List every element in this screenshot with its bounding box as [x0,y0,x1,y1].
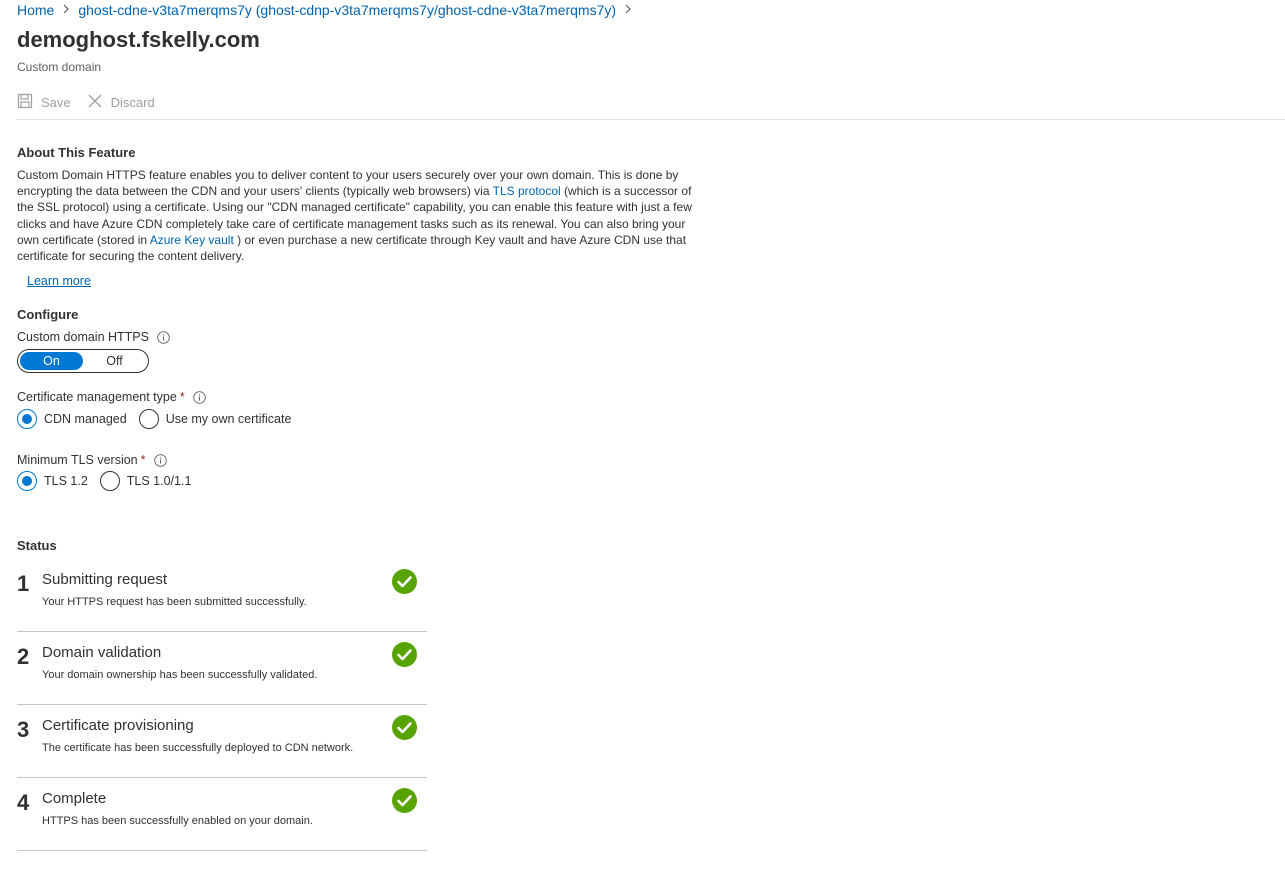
radio-button-selected[interactable] [17,409,37,429]
step-number: 3 [17,717,30,742]
cert-type-label: Certificate management type * [17,390,206,404]
status-step: 2 Domain validation Your domain ownershi… [17,632,427,705]
chevron-right-icon [62,3,70,17]
info-icon[interactable] [157,330,170,344]
radio-own-certificate[interactable]: Use my own certificate [138,409,291,429]
radio-tls-1-0-1-1[interactable]: TLS 1.0/1.1 [99,471,191,491]
page: Home ghost-cdne-v3ta7merqms7y (ghost-cdn… [0,0,1285,869]
radio-cdn-managed[interactable]: CDN managed [17,409,127,429]
tls-protocol-link[interactable]: TLS protocol [493,184,561,198]
step-title: Domain validation [42,644,162,661]
step-description: The certificate has been successfully de… [42,742,354,754]
step-description: HTTPS has been successfully enabled on y… [42,815,313,827]
breadcrumb: Home ghost-cdne-v3ta7merqms7y (ghost-cdn… [17,2,640,18]
checkmark-circle-icon [392,715,417,745]
azure-key-vault-link[interactable]: Azure Key vault [150,233,234,247]
save-button[interactable]: Save [17,93,71,112]
checkmark-circle-icon [392,788,417,818]
about-heading: About This Feature [17,145,136,160]
radio-button[interactable] [138,409,159,429]
toggle-off-option[interactable]: Off [83,352,146,370]
required-marker: * [179,390,185,404]
status-step: 3 Certificate provisioning The certifica… [17,705,427,778]
status-step: 1 Submitting request Your HTTPS request … [17,559,427,632]
toggle-on-option[interactable]: On [20,352,83,370]
status-step: 4 Complete HTTPS has been successfully e… [17,778,427,851]
save-label: Save [41,94,71,110]
step-number: 4 [17,790,30,815]
tls-version-radio-group: TLS 1.2 TLS 1.0/1.1 [17,471,203,491]
step-number: 2 [17,644,30,669]
breadcrumb-home[interactable]: Home [17,2,54,18]
cert-type-radio-group: CDN managed Use my own certificate [17,409,303,429]
checkmark-circle-icon [392,642,417,672]
step-title: Complete [42,790,107,807]
discard-button[interactable]: Discard [87,93,155,112]
page-title: demoghost.fskelly.com [17,27,260,52]
step-description: Your domain ownership has been successfu… [42,669,318,681]
toolbar-divider [17,119,1285,120]
info-icon[interactable] [153,453,167,467]
page-subtitle: Custom domain [17,60,102,74]
radio-tls-1-2[interactable]: TLS 1.2 [17,471,88,491]
step-description: Your HTTPS request has been submitted su… [42,596,307,608]
radio-button[interactable] [99,471,120,491]
save-icon [17,93,41,112]
learn-more-link[interactable]: Learn more [27,274,91,288]
tls-version-label: Minimum TLS version * [17,453,167,467]
about-description: Custom Domain HTTPS feature enables you … [17,168,692,264]
checkmark-circle-icon [392,569,417,599]
step-title: Certificate provisioning [42,717,194,734]
chevron-right-icon [624,3,632,17]
https-label: Custom domain HTTPS [17,330,170,344]
command-bar: Save Discard [17,90,171,114]
info-icon[interactable] [192,390,206,404]
required-marker: * [140,453,146,467]
configure-heading: Configure [17,307,79,322]
step-title: Submitting request [42,571,168,588]
status-heading: Status [17,538,57,553]
https-toggle[interactable]: On Off [17,349,149,373]
step-number: 1 [17,571,30,596]
breadcrumb-resource[interactable]: ghost-cdne-v3ta7merqms7y (ghost-cdnp-v3t… [78,2,616,18]
discard-label: Discard [110,94,155,110]
radio-button-selected[interactable] [17,471,37,491]
close-icon [87,93,111,112]
